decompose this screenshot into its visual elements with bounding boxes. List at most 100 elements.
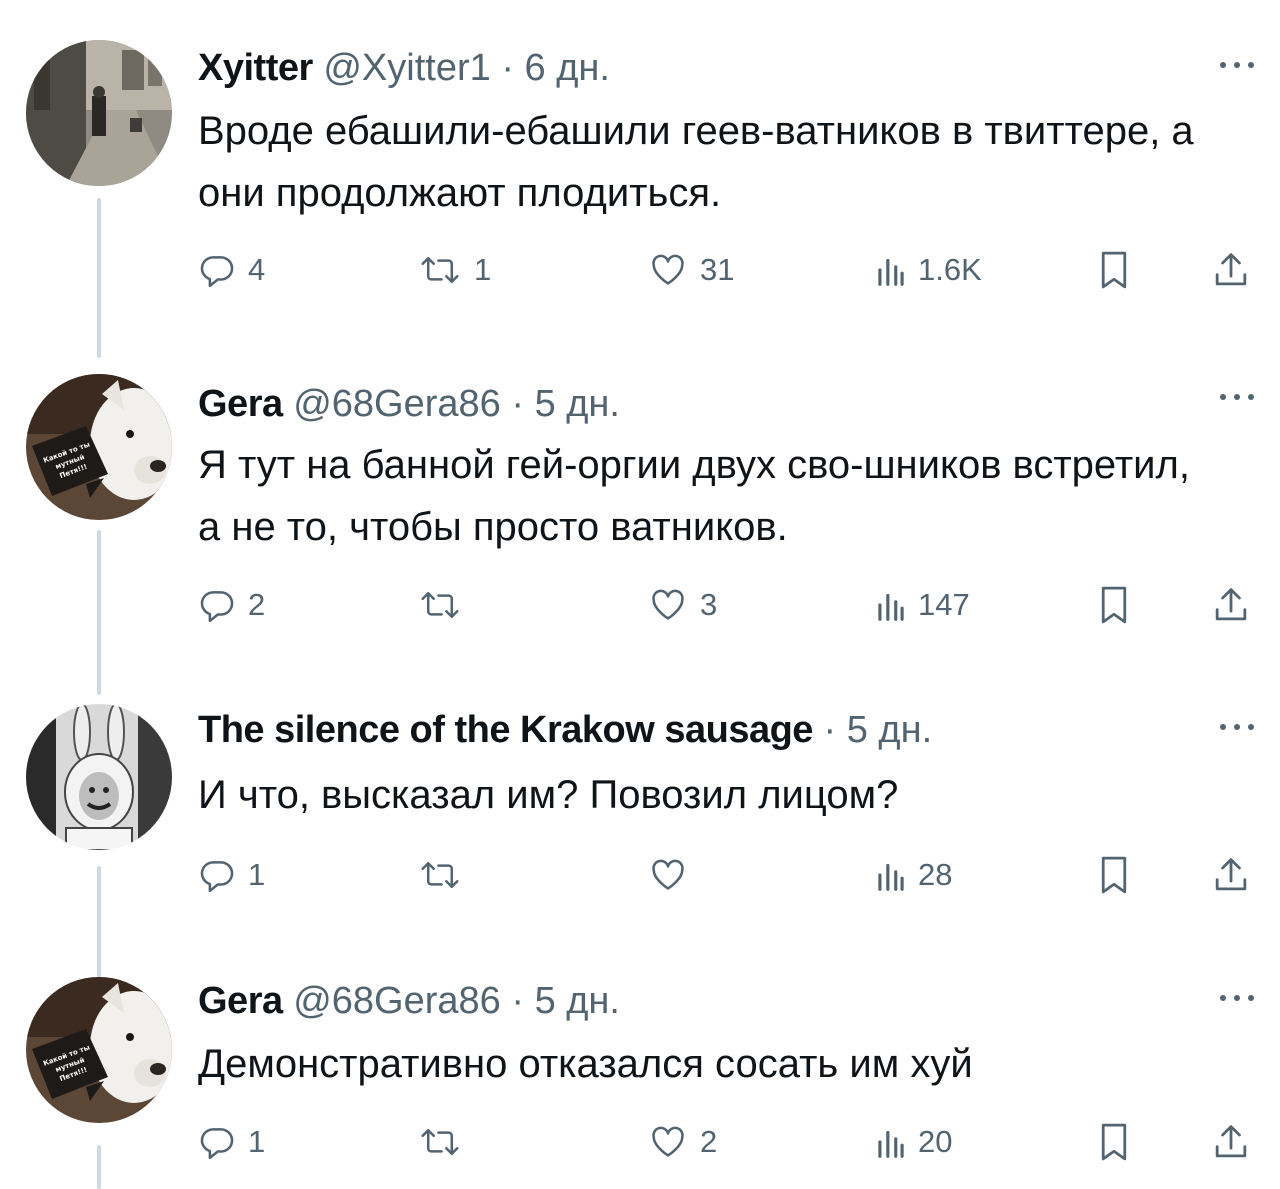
avatar[interactable] xyxy=(26,704,172,850)
like-button[interactable] xyxy=(648,850,700,900)
tweet[interactable]: Какой то ты мутный Петя!!! Gera @68Gera8… xyxy=(0,975,1280,1189)
views-button[interactable]: 28 xyxy=(876,850,952,900)
tweet-text: Демонстративно отказался сосать им хуй xyxy=(198,1042,973,1086)
retweet-count: 1 xyxy=(474,252,492,287)
tweet-header: Gera @68Gera86 · 5 дн. xyxy=(198,979,620,1023)
bookmark-icon xyxy=(1101,856,1127,894)
more-icon[interactable] xyxy=(1220,392,1254,402)
reply-count: 1 xyxy=(248,857,266,892)
tweet-header: Xyitter @Xyitter1 · 6 дн. xyxy=(198,46,610,90)
views-button[interactable]: 20 xyxy=(876,1117,952,1167)
like-icon xyxy=(652,1126,684,1157)
reply-count: 2 xyxy=(248,587,266,622)
bookmark-button[interactable] xyxy=(1098,580,1130,630)
retweet-button[interactable] xyxy=(418,850,474,900)
timestamp[interactable]: 6 дн. xyxy=(525,47,610,89)
avatar-dog-meme: Какой то ты мутный Петя!!! xyxy=(26,374,172,520)
retweet-button[interactable] xyxy=(418,580,474,630)
like-button[interactable]: 2 xyxy=(648,1117,717,1167)
views-icon xyxy=(878,863,904,891)
views-icon xyxy=(878,1130,904,1158)
display-name[interactable]: Xyitter xyxy=(198,47,313,89)
like-button[interactable]: 3 xyxy=(648,580,717,630)
views-button[interactable]: 147 xyxy=(876,580,970,630)
separator: · xyxy=(501,47,514,89)
timestamp[interactable]: 5 дн. xyxy=(847,709,932,751)
bookmark-button[interactable] xyxy=(1098,850,1130,900)
display-name[interactable]: Gera xyxy=(198,980,283,1022)
views-count: 147 xyxy=(918,587,970,622)
like-icon xyxy=(652,859,684,890)
share-icon xyxy=(1215,1125,1247,1158)
avatar-dog-meme: Какой то ты мутный Петя!!! xyxy=(26,977,172,1123)
action-bar: 4 1 31 1.6K xyxy=(0,245,1280,295)
like-count: 3 xyxy=(700,587,718,622)
share-icon xyxy=(1215,858,1247,891)
share-icon xyxy=(1215,253,1247,286)
retweet-icon xyxy=(421,861,459,889)
share-icon xyxy=(1215,588,1247,621)
display-name[interactable]: The silence of the Krakow sausage xyxy=(198,709,813,751)
action-bar: 1 28 xyxy=(0,850,1280,900)
timestamp[interactable]: 5 дн. xyxy=(535,383,620,425)
separator: · xyxy=(823,709,837,751)
views-count: 1.6K xyxy=(918,252,982,287)
tweet-header: The silence of the Krakow sausage · 5 дн… xyxy=(198,708,932,752)
avatar[interactable] xyxy=(26,40,172,186)
tweet-text: И что, высказал им? Повозил лицом? xyxy=(198,773,899,817)
reply-count: 1 xyxy=(248,1124,266,1159)
separator: · xyxy=(511,383,524,425)
avatar[interactable]: Какой то ты мутный Петя!!! xyxy=(26,374,172,520)
reply-button[interactable]: 1 xyxy=(198,850,265,900)
more-icon[interactable] xyxy=(1220,60,1254,70)
more-icon[interactable] xyxy=(1220,993,1254,1003)
avatar-costume-photo xyxy=(26,704,172,850)
share-button[interactable] xyxy=(1212,580,1250,630)
username[interactable]: @Xyitter1 xyxy=(323,47,490,89)
retweet-icon xyxy=(421,591,459,619)
avatar-street-photo xyxy=(26,40,172,186)
share-button[interactable] xyxy=(1212,850,1250,900)
display-name[interactable]: Gera xyxy=(198,383,283,425)
share-button[interactable] xyxy=(1212,1117,1250,1167)
username[interactable]: @68Gera86 xyxy=(293,383,501,425)
action-bar: 2 3 147 xyxy=(0,580,1280,630)
like-icon xyxy=(652,589,684,620)
retweet-icon xyxy=(421,1128,459,1156)
bookmark-icon xyxy=(1101,251,1127,289)
views-count: 20 xyxy=(918,1124,953,1159)
avatar[interactable]: Какой то ты мутный Петя!!! xyxy=(26,977,172,1123)
action-bar: 1 2 20 xyxy=(0,1117,1280,1167)
views-count: 28 xyxy=(918,857,953,892)
tweet-text: Вроде ебашили-ебашили геев-ватников в тв… xyxy=(198,109,1194,215)
reply-icon xyxy=(200,591,234,623)
tweet[interactable]: Какой то ты мутный Петя!!! Gera @68Gera8… xyxy=(0,370,1280,690)
tweet-text: Я тут на банной гей-оргии двух сво-шнико… xyxy=(198,443,1190,549)
separator: · xyxy=(511,980,524,1022)
tweet[interactable]: Xyitter @Xyitter1 · 6 дн. Вроде ебашили-… xyxy=(0,0,1280,340)
share-button[interactable] xyxy=(1212,245,1250,295)
retweet-button[interactable]: 1 xyxy=(418,245,491,295)
like-count: 2 xyxy=(700,1124,718,1159)
reply-button[interactable]: 2 xyxy=(198,580,265,630)
tweet-header: Gera @68Gera86 · 5 дн. xyxy=(198,382,620,426)
reply-icon xyxy=(200,1128,234,1160)
reply-button[interactable]: 1 xyxy=(198,1117,265,1167)
bookmark-icon xyxy=(1101,1123,1127,1161)
reply-count: 4 xyxy=(248,252,266,287)
views-icon xyxy=(878,593,904,621)
reply-icon xyxy=(200,861,234,893)
timestamp[interactable]: 5 дн. xyxy=(535,980,620,1022)
reply-button[interactable]: 4 xyxy=(198,245,265,295)
more-icon[interactable] xyxy=(1220,722,1254,732)
username[interactable]: @68Gera86 xyxy=(293,980,501,1022)
bookmark-button[interactable] xyxy=(1098,245,1130,295)
like-icon xyxy=(652,254,684,285)
bookmark-button[interactable] xyxy=(1098,1117,1130,1167)
views-button[interactable]: 1.6K xyxy=(876,245,982,295)
retweet-button[interactable] xyxy=(418,1117,474,1167)
like-count: 31 xyxy=(700,252,735,287)
tweet[interactable]: The silence of the Krakow sausage · 5 дн… xyxy=(0,700,1280,970)
like-button[interactable]: 31 xyxy=(648,245,734,295)
retweet-icon xyxy=(421,256,459,284)
